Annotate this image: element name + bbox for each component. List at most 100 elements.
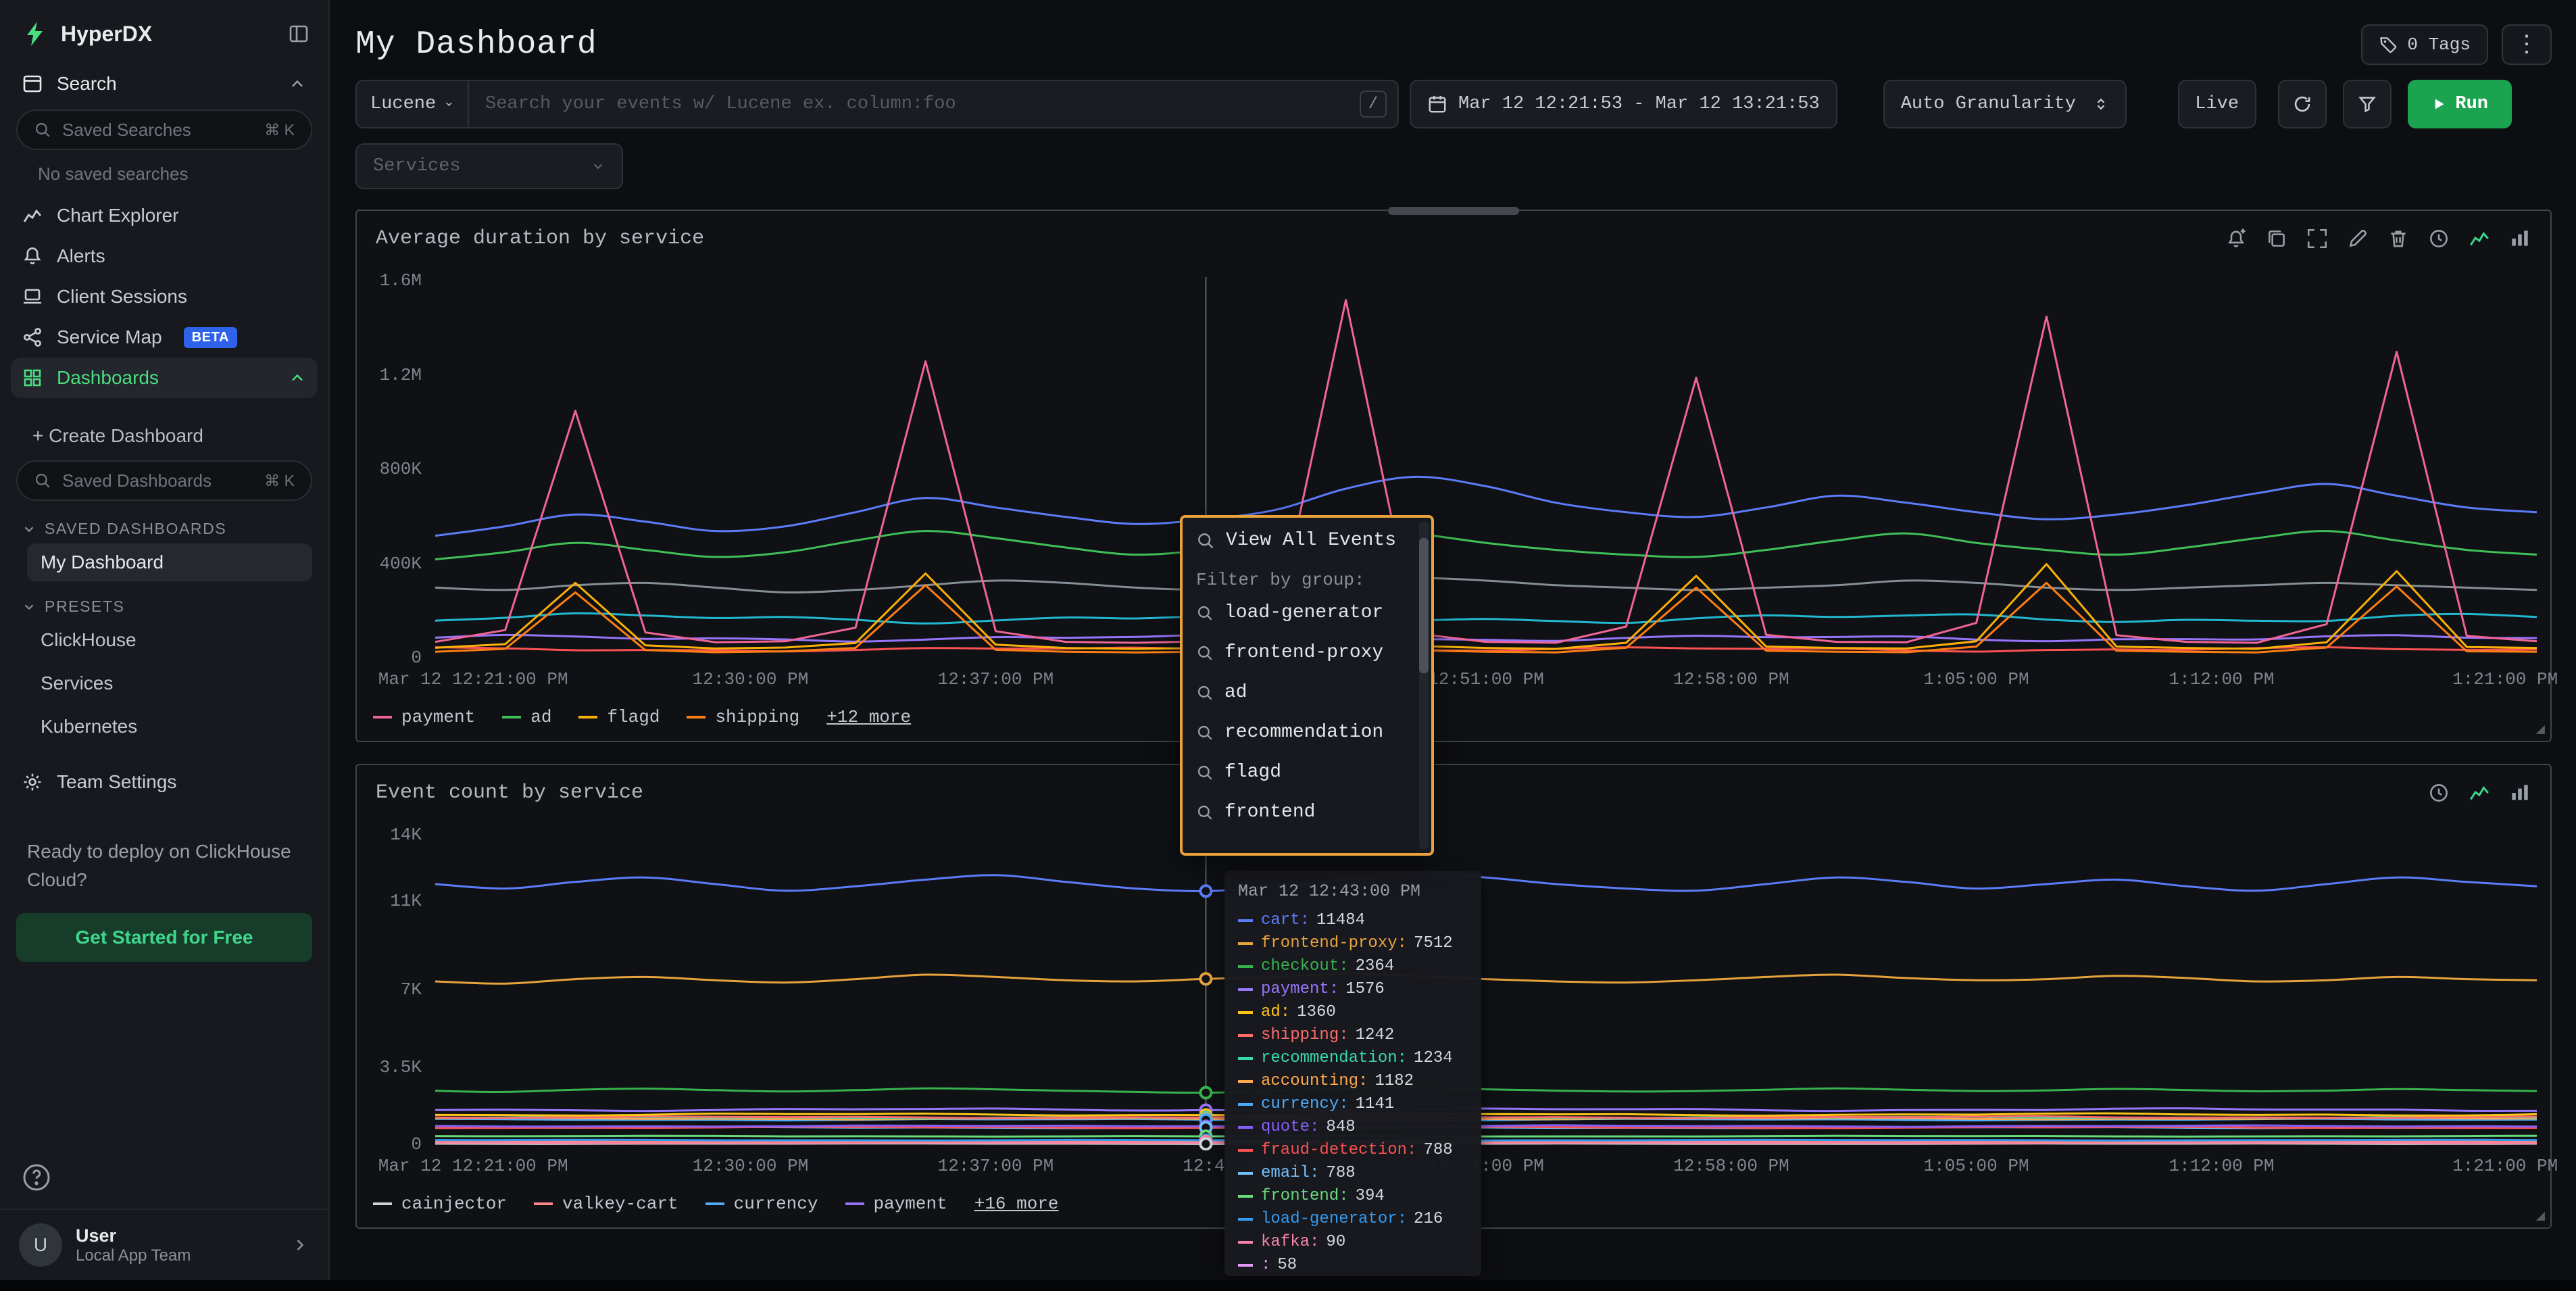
- y-axis: 1.6M1.2M800K400K0: [357, 277, 435, 664]
- sidebar-collapse-icon[interactable]: [288, 23, 309, 45]
- tooltip-series-value: 1234: [1414, 1047, 1453, 1070]
- saved-dashboards-section-header[interactable]: SAVED DASHBOARDS: [22, 520, 307, 538]
- tooltip-swatch: [1238, 1264, 1253, 1267]
- live-button[interactable]: Live: [2178, 80, 2256, 128]
- popup-group-item-load-generator[interactable]: load-generator: [1183, 593, 1431, 633]
- event-search-input[interactable]: Search your events w/ Lucene ex. column:…: [469, 80, 1399, 128]
- preset-kubernetes[interactable]: Kubernetes: [27, 708, 312, 746]
- popup-group-item-flagd[interactable]: flagd: [1183, 752, 1431, 792]
- granularity-select[interactable]: Auto Granularity: [1883, 80, 2127, 128]
- saved-dashboards-input[interactable]: Saved Dashboards ⌘ K: [16, 460, 312, 501]
- chart-plot-area[interactable]: [435, 831, 2537, 1150]
- sidebar-item-service-map[interactable]: Service Map BETA: [11, 317, 318, 358]
- legend-item-cainjector[interactable]: cainjector: [373, 1194, 507, 1214]
- sidebar-item-dashboards[interactable]: Dashboards: [11, 358, 318, 398]
- panel-resize-handle[interactable]: ◢: [2536, 1207, 2545, 1225]
- bar-chart-view-icon[interactable]: [2508, 781, 2531, 804]
- more-options-button[interactable]: ⋮: [2502, 24, 2552, 65]
- legend-item-currency[interactable]: currency: [705, 1194, 818, 1214]
- popup-group-item-recommendation[interactable]: recommendation: [1183, 712, 1431, 752]
- get-started-button[interactable]: Get Started for Free: [16, 913, 312, 962]
- chart-context-menu: View All Events Filter by group: load-ge…: [1180, 515, 1434, 856]
- section-label: PRESETS: [45, 598, 125, 616]
- legend-item-valkey-cart[interactable]: valkey-cart: [534, 1194, 678, 1214]
- line-chart-view-icon[interactable]: [2468, 227, 2491, 250]
- chevron-up-icon[interactable]: [288, 368, 307, 387]
- legend-swatch: [534, 1202, 553, 1205]
- x-axis-label: 12:30:00 PM: [693, 669, 809, 689]
- bottom-strip: [0, 1280, 2576, 1291]
- saved-searches-input[interactable]: Saved Searches ⌘ K: [16, 109, 312, 150]
- edit-pencil-icon[interactable]: [2346, 227, 2369, 250]
- popup-group-item-frontend-proxy[interactable]: frontend-proxy: [1183, 633, 1431, 673]
- preset-services[interactable]: Services: [27, 664, 312, 702]
- tooltip-series-name: quote:: [1261, 1116, 1319, 1139]
- chevron-right-icon: [291, 1236, 309, 1255]
- create-dashboard-button[interactable]: + Create Dashboard: [11, 417, 318, 455]
- delete-trash-icon[interactable]: [2387, 227, 2410, 250]
- tooltip-series-value: 58: [1277, 1254, 1297, 1276]
- run-button[interactable]: Run: [2408, 80, 2512, 128]
- legend-more-link[interactable]: +12 more: [826, 707, 911, 727]
- cursor-dot-frontend-proxy: [1200, 973, 1211, 984]
- kbd-shortcut-hint: ⌘ K: [264, 472, 295, 490]
- filter-button[interactable]: [2343, 80, 2392, 128]
- x-axis-label: 12:51:00 PM: [1428, 669, 1544, 689]
- panel-resize-handle[interactable]: ◢: [2536, 721, 2545, 738]
- chart-plot-area[interactable]: [435, 277, 2537, 664]
- y-axis-label: 3.5K: [380, 1057, 422, 1077]
- preset-clickhouse[interactable]: ClickHouse: [27, 621, 312, 659]
- legend-item-payment[interactable]: payment: [373, 707, 475, 727]
- window-icon: [22, 73, 43, 95]
- tooltip-series-name: shipping:: [1261, 1024, 1349, 1047]
- chart-canvas[interactable]: [435, 277, 2537, 664]
- sidebar-item-client-sessions[interactable]: Client Sessions: [11, 276, 318, 317]
- chart-canvas[interactable]: [435, 831, 2537, 1150]
- chevron-up-icon[interactable]: [288, 74, 307, 93]
- sidebar-item-chart-explorer[interactable]: Chart Explorer: [11, 195, 318, 236]
- x-axis-label: 1:05:00 PM: [1924, 669, 2029, 689]
- sidebar-item-search[interactable]: Search: [11, 64, 318, 104]
- history-clock-icon[interactable]: [2427, 227, 2450, 250]
- tooltip-series-name: frontend-proxy:: [1261, 932, 1407, 955]
- legend-swatch: [373, 716, 392, 718]
- tooltip-series-value: 11484: [1316, 909, 1365, 932]
- legend-item-flagd[interactable]: flagd: [578, 707, 660, 727]
- help-button[interactable]: [19, 1160, 54, 1195]
- line-chart-view-icon[interactable]: [2468, 781, 2491, 804]
- tags-button[interactable]: 0 Tags: [2361, 24, 2488, 65]
- tooltip-swatch: [1238, 1034, 1253, 1037]
- tooltip-series-value: 216: [1414, 1208, 1443, 1231]
- alert-bell-plus-icon[interactable]: [2225, 227, 2248, 250]
- expand-icon[interactable]: [2306, 227, 2329, 250]
- legend-item-shipping[interactable]: shipping: [687, 707, 799, 727]
- query-toolbar: Lucene Search your events w/ Lucene ex. …: [331, 73, 2576, 128]
- duplicate-icon[interactable]: [2265, 227, 2288, 250]
- popup-group-item-frontend[interactable]: frontend: [1183, 792, 1431, 832]
- history-clock-icon[interactable]: [2427, 781, 2450, 804]
- sidebar-item-alerts[interactable]: Alerts: [11, 236, 318, 276]
- services-filter-placeholder: Services: [373, 156, 461, 176]
- services-filter-select[interactable]: Services: [355, 143, 623, 189]
- x-axis-label: 12:37:00 PM: [938, 1156, 1054, 1176]
- tooltip-series-name: ad:: [1261, 1001, 1290, 1024]
- legend-swatch: [687, 716, 705, 718]
- user-menu[interactable]: U User Local App Team: [0, 1209, 328, 1280]
- popup-group-item-ad[interactable]: ad: [1183, 673, 1431, 712]
- legend-item-ad[interactable]: ad: [502, 707, 551, 727]
- date-range-picker[interactable]: Mar 12 12:21:53 - Mar 12 13:21:53: [1410, 80, 1837, 128]
- x-axis-label: Mar 12 12:21:00 PM: [378, 669, 568, 689]
- bar-chart-view-icon[interactable]: [2508, 227, 2531, 250]
- sidebar-item-team-settings[interactable]: Team Settings: [11, 762, 318, 802]
- legend-item-payment[interactable]: payment: [845, 1194, 947, 1214]
- presets-section-header[interactable]: PRESETS: [22, 598, 307, 616]
- query-language-select[interactable]: Lucene: [355, 80, 469, 128]
- pan el-drag-handle[interactable]: [1388, 207, 1519, 215]
- y-axis: 14K11K7K3.5K0: [357, 831, 435, 1150]
- view-all-events-item[interactable]: View All Events: [1183, 518, 1431, 558]
- refresh-button[interactable]: [2278, 80, 2327, 128]
- popup-scrollbar[interactable]: [1419, 522, 1429, 849]
- grid-icon: [22, 367, 43, 389]
- saved-dashboard-my-dashboard[interactable]: My Dashboard: [27, 543, 312, 581]
- legend-more-link[interactable]: +16 more: [974, 1194, 1059, 1214]
